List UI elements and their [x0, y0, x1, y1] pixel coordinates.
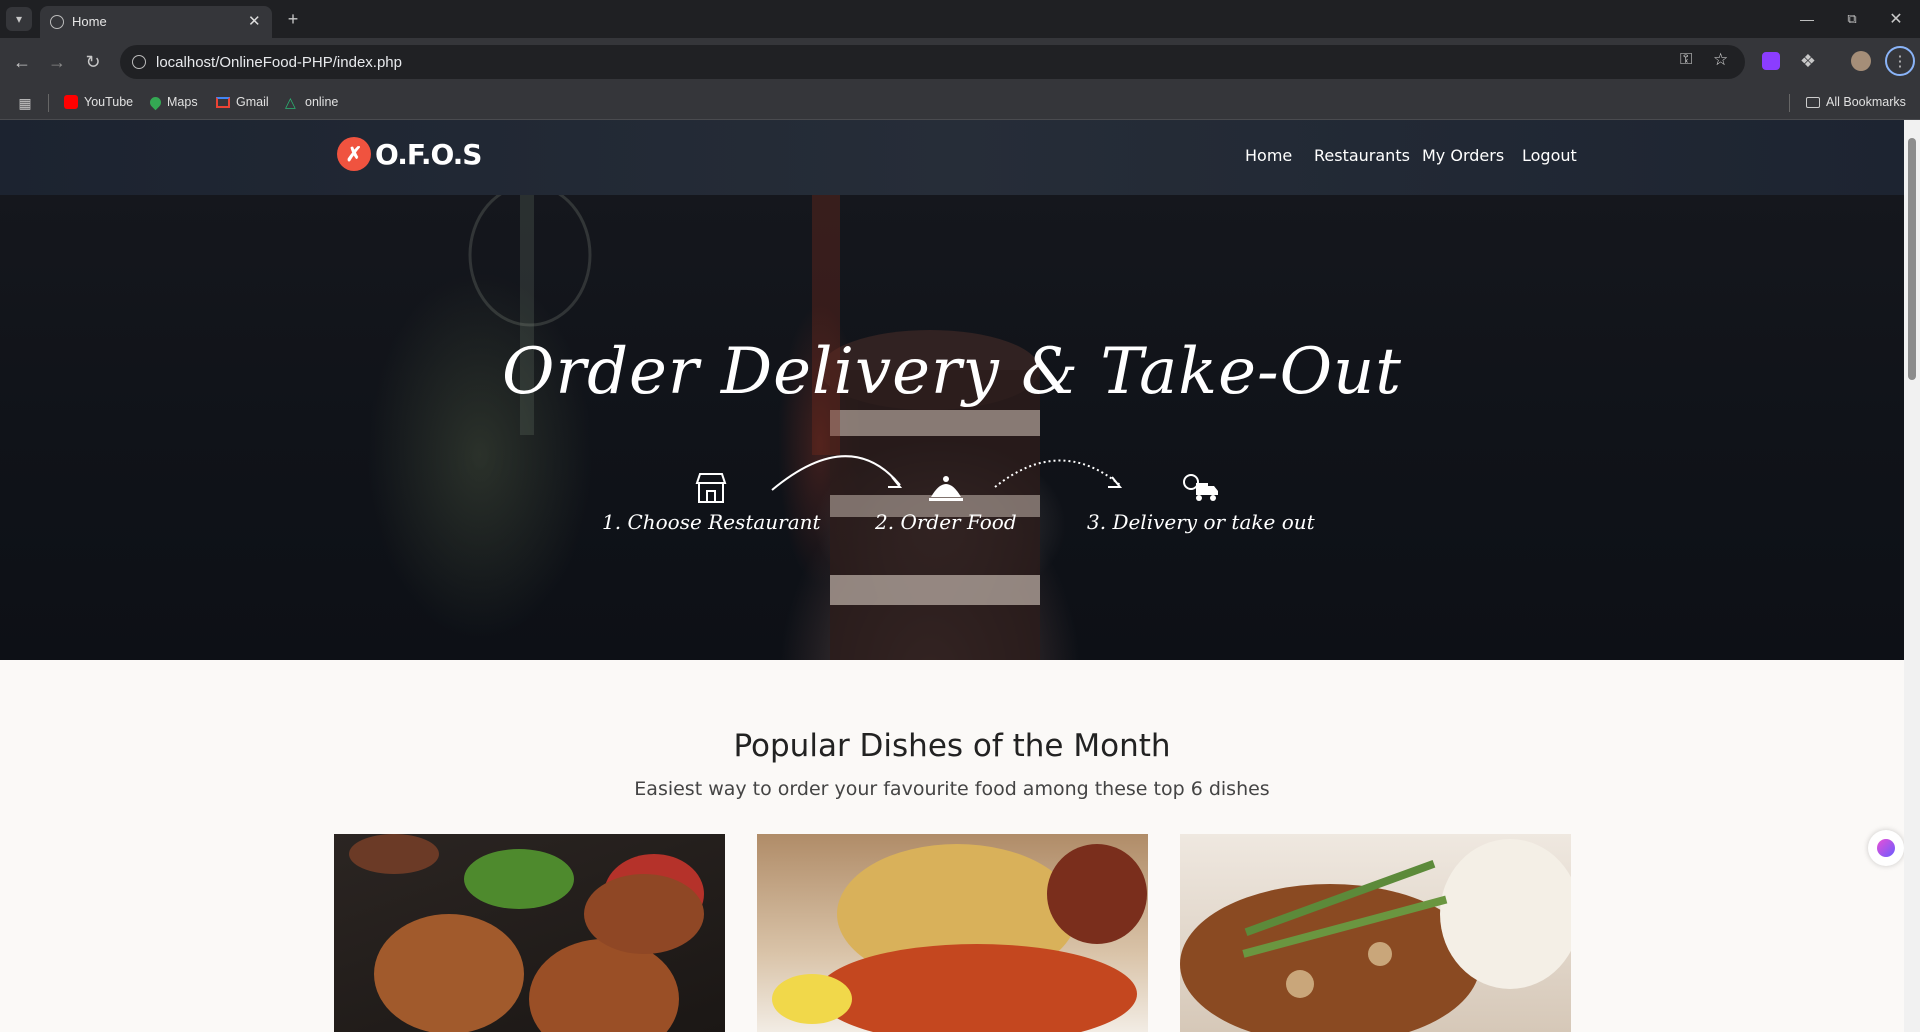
youtube-icon [64, 95, 78, 109]
extension-purple-icon[interactable] [1762, 52, 1780, 70]
extensions-puzzle-icon[interactable]: ❖ [1797, 50, 1819, 72]
step-label: 2. Order Food [875, 510, 1017, 534]
bookmark-gmail[interactable]: Gmail [216, 95, 269, 109]
dish-card-grilled-patties[interactable] [334, 834, 725, 1032]
grilled-burger-patties-image [349, 834, 704, 1032]
maps-icon [147, 94, 164, 110]
nav-logout[interactable]: Logout [1522, 146, 1577, 165]
popular-dishes-subtitle: Easiest way to order your favourite food… [634, 778, 1270, 800]
hero-banner [0, 195, 1904, 660]
folder-icon [1806, 96, 1820, 108]
bookmark-online[interactable]: △ online [285, 95, 338, 109]
profile-avatar[interactable] [1851, 51, 1871, 71]
site-header [0, 120, 1904, 195]
tab-search-button[interactable]: ▾ [6, 7, 32, 31]
dish-card-chicken-marsala[interactable] [1180, 834, 1571, 1032]
close-window-button[interactable]: ✕ [1884, 8, 1908, 30]
brain-icon [1877, 839, 1895, 857]
all-bookmarks-button[interactable]: All Bookmarks [1806, 95, 1906, 109]
reload-icon[interactable]: ↻ [81, 50, 105, 74]
step-delivery: 3. Delivery or take out [1087, 470, 1315, 534]
globe-icon [50, 15, 64, 29]
step-choose-restaurant: 1. Choose Restaurant [602, 470, 821, 534]
storefront-icon [691, 470, 731, 506]
site-logo[interactable]: ✗ O.F.O.S [337, 137, 482, 171]
close-tab-icon[interactable]: ✕ [248, 12, 261, 30]
site-info-icon[interactable] [132, 55, 146, 69]
bookmarks-divider [48, 94, 49, 112]
bookmark-label: YouTube [84, 95, 134, 109]
popular-dishes-title: Popular Dishes of the Month [733, 728, 1171, 764]
chicken-marsala-image [1180, 839, 1571, 1032]
password-key-icon[interactable]: ⚿ [1680, 51, 1692, 69]
restore-button[interactable]: ⧉ [1840, 8, 1864, 30]
step-order-food: 2. Order Food [875, 470, 1017, 534]
forward-arrow-icon[interactable]: → [45, 50, 69, 74]
bookmark-maps[interactable]: Maps [147, 94, 198, 110]
assistant-widget-icon[interactable] [1868, 830, 1904, 866]
logo-text: O.F.O.S [375, 137, 482, 171]
step-label: 3. Delivery or take out [1087, 510, 1315, 534]
nav-home[interactable]: Home [1245, 146, 1292, 165]
hero-title: Order Delivery & Take-Out [502, 335, 1402, 409]
bookmark-label: Maps [167, 95, 198, 109]
bookmark-label: online [305, 95, 339, 109]
nav-restaurants[interactable]: Restaurants [1314, 146, 1410, 165]
all-bookmarks-label: All Bookmarks [1826, 95, 1906, 109]
bookmark-label: Gmail [236, 95, 269, 109]
bookmarks-divider-right [1789, 94, 1790, 112]
scrollbar-thumb[interactable] [1908, 138, 1916, 380]
step-label: 1. Choose Restaurant [602, 510, 821, 534]
lobster-thermidor-image [772, 844, 1147, 1032]
nav-my-orders[interactable]: My Orders [1422, 146, 1504, 165]
bookmarks-bar: ▦ YouTube Maps Gmail △ online All Bookma… [0, 86, 1920, 120]
tab-title: Home [72, 14, 107, 29]
address-bar[interactable]: localhost/OnlineFood-PHP/index.php ⚿ ☆ [120, 45, 1745, 79]
browser-tab-home[interactable]: Home ✕ [40, 6, 272, 38]
new-tab-button[interactable]: + [282, 8, 304, 30]
step-arrows [771, 455, 1123, 491]
bookmark-youtube[interactable]: YouTube [64, 95, 133, 109]
bookmark-star-icon[interactable]: ☆ [1713, 50, 1728, 70]
back-arrow-icon[interactable]: ← [10, 50, 34, 74]
url-text: localhost/OnlineFood-PHP/index.php [156, 54, 402, 71]
online-icon: △ [285, 94, 296, 110]
dish-card-lobster[interactable] [757, 834, 1148, 1032]
cloche-icon [926, 470, 966, 506]
apps-grid-icon[interactable]: ▦ [16, 94, 34, 112]
browser-toolbar: ← → ↻ localhost/OnlineFood-PHP/index.php… [0, 38, 1920, 86]
browser-tab-strip: ▾ Home ✕ + — ⧉ ✕ [0, 0, 1920, 38]
delivery-truck-icon [1181, 470, 1221, 506]
minimize-button[interactable]: — [1795, 8, 1819, 30]
gmail-icon [216, 96, 230, 108]
utensils-icon: ✗ [337, 137, 371, 171]
browser-menu-icon[interactable]: ⋮ [1885, 46, 1915, 76]
